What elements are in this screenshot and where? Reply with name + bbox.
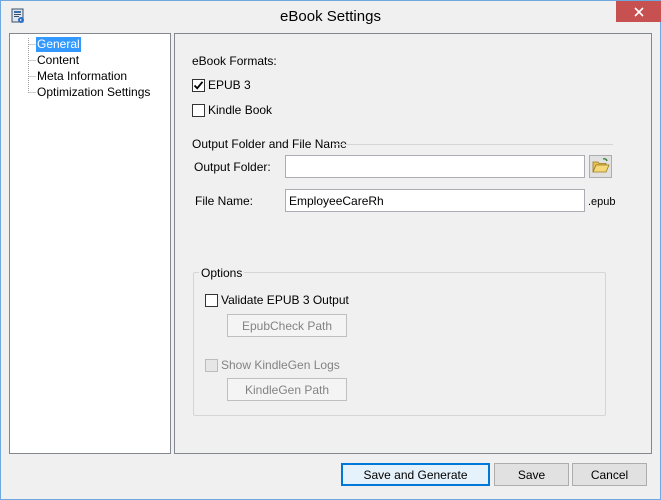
tree-item-meta-information[interactable]: Meta Information — [36, 69, 128, 84]
close-button[interactable] — [616, 1, 661, 22]
kindle-book-label[interactable]: Kindle Book — [208, 103, 272, 117]
tree-item-general[interactable]: General — [36, 37, 81, 52]
output-folder-input[interactable] — [285, 155, 585, 178]
file-name-label: File Name: — [195, 194, 254, 208]
title-bar: eBook Settings — [1, 1, 661, 32]
settings-tree: General Content Meta Information Optimiz… — [9, 33, 171, 454]
validate-epub3-checkbox[interactable] — [205, 294, 218, 307]
output-section-divider — [334, 144, 613, 145]
ebook-formats-heading: eBook Formats: — [192, 54, 277, 68]
browse-folder-button[interactable] — [589, 155, 612, 178]
save-and-generate-button[interactable]: Save and Generate — [341, 463, 490, 486]
save-button[interactable]: Save — [494, 463, 569, 486]
file-extension-label: .epub — [588, 196, 616, 208]
kindle-book-checkbox[interactable] — [192, 104, 205, 117]
epubcheck-path-button[interactable]: EpubCheck Path — [227, 314, 347, 337]
general-settings-panel: eBook Formats: EPUB 3 Kindle Book Output… — [174, 33, 652, 454]
epub3-label[interactable]: EPUB 3 — [208, 78, 251, 92]
open-folder-icon — [592, 158, 610, 173]
output-section-title: Output Folder and File Name — [192, 137, 347, 151]
show-kindlegen-logs-label[interactable]: Show KindleGen Logs — [221, 358, 340, 372]
options-group-title: Options — [199, 266, 245, 280]
window-title: eBook Settings — [280, 8, 381, 25]
tree-item-content[interactable]: Content — [36, 53, 80, 68]
kindlegen-path-button[interactable]: KindleGen Path — [227, 378, 347, 401]
file-name-input[interactable] — [285, 189, 585, 212]
check-icon — [193, 81, 204, 90]
tree-item-optimization-settings[interactable]: Optimization Settings — [36, 85, 151, 100]
close-icon — [633, 6, 644, 17]
show-kindlegen-logs-checkbox[interactable] — [205, 359, 218, 372]
cancel-button[interactable]: Cancel — [572, 463, 647, 486]
epub3-checkbox[interactable] — [192, 79, 205, 92]
ebook-settings-window: eBook Settings General Content Meta Info… — [0, 0, 661, 500]
output-folder-label: Output Folder: — [194, 160, 271, 174]
validate-epub3-label[interactable]: Validate EPUB 3 Output — [221, 293, 349, 307]
